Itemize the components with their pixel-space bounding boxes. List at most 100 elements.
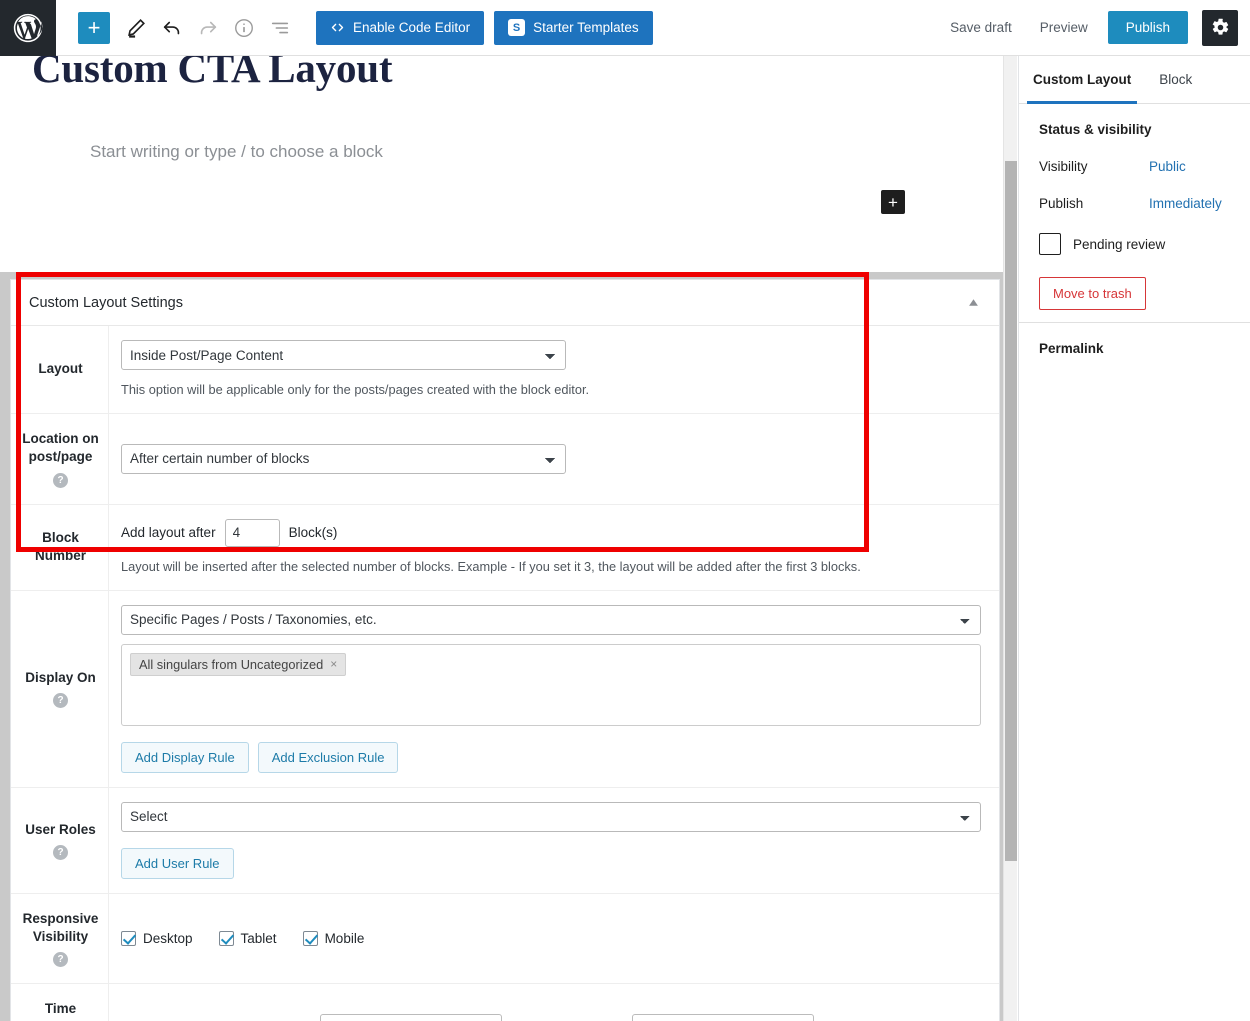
responsive-visibility-options: Desktop Tablet Mobile bbox=[121, 931, 981, 947]
block-number-suffix: Block(s) bbox=[288, 525, 338, 541]
block-placeholder-text: Start writing or type / to choose a bloc… bbox=[90, 142, 383, 161]
time-duration-controls: Enable Start Date/Time: End Date/Time: T… bbox=[121, 1014, 981, 1021]
enable-code-editor-button[interactable]: Enable Code Editor bbox=[316, 10, 485, 45]
user-rule-buttons: Add User Rule bbox=[121, 847, 981, 879]
help-icon[interactable]: ? bbox=[53, 472, 68, 488]
user-roles-select[interactable]: Select bbox=[121, 801, 981, 832]
checkbox-desktop-box[interactable] bbox=[121, 931, 136, 947]
layout-select[interactable]: Inside Post/Page Content bbox=[121, 340, 566, 370]
starter-templates-label: Starter Templates bbox=[533, 20, 639, 35]
close-icon[interactable]: × bbox=[330, 657, 337, 671]
add-block-button[interactable]: + bbox=[78, 11, 110, 44]
block-number-description: Layout will be inserted after the select… bbox=[121, 558, 861, 574]
gear-icon[interactable] bbox=[1202, 9, 1238, 46]
status-visibility-heading: Status & visibility bbox=[1039, 122, 1152, 137]
display-on-tag-label: All singulars from Uncategorized bbox=[139, 656, 324, 672]
editor-canvas: Custom CTA Layout Start writing or type … bbox=[0, 56, 1010, 1021]
pending-review-checkbox[interactable] bbox=[1039, 233, 1061, 255]
table-row-display-on: Display On ? Specific Pages / Posts / Ta… bbox=[11, 590, 999, 788]
sidebar-tabs: Custom Layout Block bbox=[1019, 56, 1250, 104]
publish-label: Publish bbox=[1039, 196, 1084, 211]
display-on-tag-box[interactable]: All singulars from Uncategorized × bbox=[121, 643, 981, 726]
checkbox-mobile[interactable]: Mobile bbox=[302, 931, 365, 947]
pencil-icon[interactable] bbox=[118, 10, 154, 46]
toolbar-right-group: Save draft Preview Publish bbox=[936, 9, 1250, 46]
move-to-trash-button[interactable]: Move to trash bbox=[1039, 277, 1146, 310]
editor-scrollbar-thumb[interactable] bbox=[1005, 161, 1017, 861]
checkbox-mobile-box[interactable] bbox=[302, 931, 318, 947]
page-title[interactable]: Custom CTA Layout bbox=[0, 56, 1010, 92]
help-icon[interactable]: ? bbox=[53, 844, 68, 860]
chevron-up-icon[interactable] bbox=[965, 295, 981, 311]
code-brackets-icon bbox=[331, 23, 344, 32]
end-date-input[interactable] bbox=[632, 1014, 815, 1021]
starter-templates-icon: S bbox=[508, 19, 526, 36]
undo-icon[interactable] bbox=[154, 10, 190, 46]
enable-code-editor-label: Enable Code Editor bbox=[353, 20, 471, 35]
publish-value-button[interactable]: Immediately bbox=[1149, 196, 1222, 211]
redo-icon bbox=[190, 10, 226, 46]
metabox-backdrop: Custom Layout Settings Layout Inside Pos… bbox=[0, 272, 1010, 1021]
metabox-header[interactable]: Custom Layout Settings bbox=[11, 280, 999, 326]
empty-block-row[interactable]: Start writing or type / to choose a bloc… bbox=[0, 92, 1010, 161]
user-roles-label: User Roles ? bbox=[11, 787, 109, 894]
tab-block[interactable]: Block bbox=[1145, 56, 1206, 103]
visibility-value-button[interactable]: Public bbox=[1149, 159, 1186, 174]
permalink-heading[interactable]: Permalink bbox=[1019, 323, 1250, 374]
checkbox-tablet-box[interactable] bbox=[218, 931, 234, 947]
checkbox-tablet-label: Tablet bbox=[240, 931, 277, 947]
save-draft-button[interactable]: Save draft bbox=[936, 12, 1026, 43]
table-row-time-duration: Time Duration ? Enable Start Date/Time: bbox=[11, 983, 999, 1021]
layout-label: Layout bbox=[11, 326, 109, 414]
checkbox-desktop-label: Desktop bbox=[143, 931, 193, 947]
checkbox-mobile-label: Mobile bbox=[324, 931, 365, 947]
visibility-label: Visibility bbox=[1039, 159, 1088, 174]
editor-scrollbar[interactable] bbox=[1003, 56, 1017, 1021]
block-number-controls: Add layout after Block(s) bbox=[121, 518, 981, 547]
add-exclusion-rule-button[interactable]: Add Exclusion Rule bbox=[257, 741, 399, 773]
checkbox-tablet[interactable]: Tablet bbox=[218, 931, 277, 947]
help-icon[interactable]: ? bbox=[53, 952, 68, 968]
toolbar-left-group: + Enable Code Editor S Starter Templates bbox=[56, 10, 653, 46]
publish-button[interactable]: Publish bbox=[1107, 11, 1188, 44]
add-display-rule-button[interactable]: Add Display Rule bbox=[121, 741, 249, 773]
wordpress-logo-icon[interactable] bbox=[0, 0, 56, 56]
list-view-icon[interactable] bbox=[262, 10, 298, 46]
preview-button[interactable]: Preview bbox=[1026, 12, 1102, 43]
custom-layout-settings-metabox: Custom Layout Settings Layout Inside Pos… bbox=[10, 279, 1000, 1021]
time-duration-label: Time Duration ? bbox=[11, 983, 109, 1021]
display-on-tag[interactable]: All singulars from Uncategorized × bbox=[130, 652, 347, 676]
tab-custom-layout[interactable]: Custom Layout bbox=[1019, 56, 1145, 104]
pending-review-label: Pending review bbox=[1073, 236, 1166, 252]
visibility-row: Visibility Public bbox=[1039, 159, 1230, 174]
add-user-rule-button[interactable]: Add User Rule bbox=[121, 847, 234, 879]
location-label: Location on post/page ? bbox=[11, 413, 109, 505]
display-on-select[interactable]: Specific Pages / Posts / Taxonomies, etc… bbox=[121, 604, 981, 635]
help-icon[interactable]: ? bbox=[53, 693, 68, 709]
table-row-location: Location on post/page ? After certain nu… bbox=[11, 413, 999, 505]
table-row-responsive-visibility: Responsive Visibility ? Desktop Tablet M… bbox=[11, 893, 999, 984]
starter-templates-button[interactable]: S Starter Templates bbox=[494, 10, 653, 45]
responsive-visibility-label: Responsive Visibility ? bbox=[11, 893, 109, 984]
settings-table: Layout Inside Post/Page Content This opt… bbox=[11, 326, 999, 1021]
info-icon[interactable] bbox=[226, 10, 262, 46]
block-number-input[interactable] bbox=[224, 518, 280, 547]
display-rule-buttons: Add Display Rule Add Exclusion Rule bbox=[121, 741, 981, 773]
status-visibility-section: Status & visibility Visibility Public Pu… bbox=[1019, 104, 1250, 323]
inline-add-block-button[interactable]: + bbox=[881, 190, 905, 214]
block-number-label: Block Number bbox=[11, 504, 109, 591]
display-on-label: Display On ? bbox=[11, 590, 109, 788]
table-row-user-roles: User Roles ? Select Add User Rule bbox=[11, 787, 999, 894]
table-row-block-number: Block Number Add layout after Block(s) L… bbox=[11, 504, 999, 591]
checkbox-desktop[interactable]: Desktop bbox=[121, 931, 193, 947]
block-number-prefix: Add layout after bbox=[121, 525, 216, 541]
start-date-input[interactable] bbox=[319, 1014, 502, 1021]
settings-sidebar: Custom Layout Block Status & visibility … bbox=[1018, 56, 1250, 1021]
table-row-layout: Layout Inside Post/Page Content This opt… bbox=[11, 326, 999, 414]
pending-review-row[interactable]: Pending review bbox=[1039, 233, 1230, 255]
metabox-title: Custom Layout Settings bbox=[29, 294, 183, 311]
editor-window: + Enable Code Editor S Starter Templates… bbox=[0, 0, 1250, 1021]
top-toolbar: + Enable Code Editor S Starter Templates… bbox=[0, 0, 1250, 56]
location-select[interactable]: After certain number of blocks bbox=[121, 443, 566, 474]
layout-description: This option will be applicable only for … bbox=[121, 382, 590, 397]
